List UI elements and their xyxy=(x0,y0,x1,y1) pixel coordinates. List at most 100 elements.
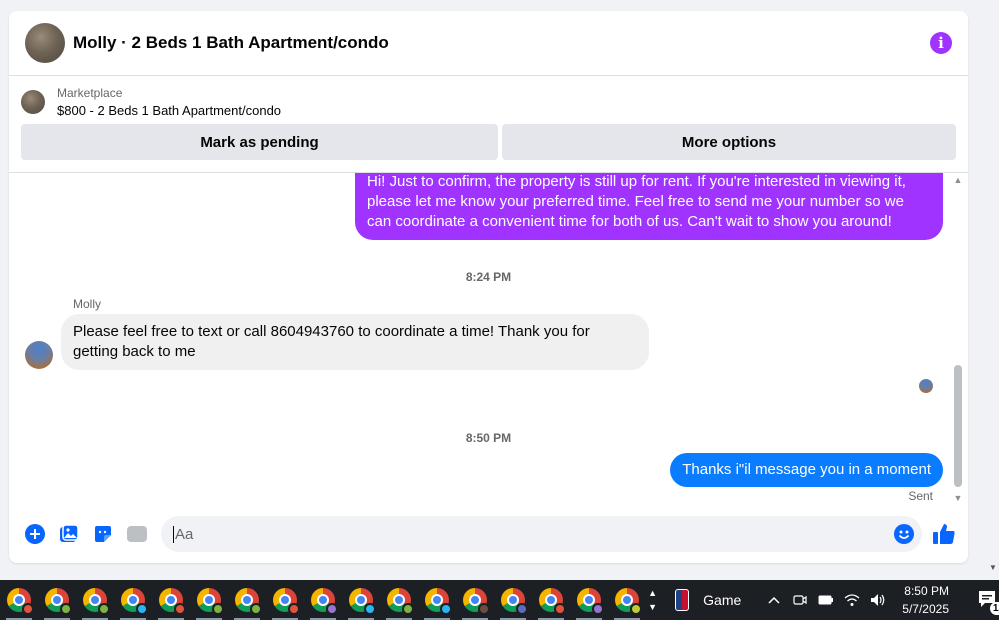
profile-badge-icon xyxy=(250,603,262,615)
taskbar-chrome-app[interactable] xyxy=(494,580,532,620)
profile-badge-icon xyxy=(516,603,528,615)
message-status: Sent xyxy=(908,489,933,503)
volume-icon[interactable] xyxy=(870,592,886,608)
taskbar-overflow-chevron-icon[interactable]: ▲ ▼ xyxy=(646,580,659,620)
photo-icon[interactable] xyxy=(59,524,79,544)
taskbar-chrome-app[interactable] xyxy=(570,580,608,620)
profile-badge-icon xyxy=(364,603,376,615)
profile-badge-icon xyxy=(326,603,338,615)
chrome-icon xyxy=(577,588,604,615)
taskbar-chrome-app[interactable] xyxy=(0,580,38,620)
message-composer: Aa xyxy=(9,505,968,563)
chrome-icon xyxy=(235,588,262,615)
outgoing-message[interactable]: Hi! Just to confirm, the property is sti… xyxy=(355,173,943,240)
incoming-message[interactable]: Please feel free to text or call 8604943… xyxy=(61,314,649,370)
listing-name: $800 - 2 Beds 1 Bath Apartment/condo xyxy=(57,103,282,118)
scroll-thumb[interactable] xyxy=(954,365,962,487)
profile-badge-icon xyxy=(212,603,224,615)
chrome-icon xyxy=(615,588,642,615)
taskbar-chrome-app[interactable] xyxy=(456,580,494,620)
taskbar-chrome-app[interactable] xyxy=(38,580,76,620)
game-widget[interactable]: Game xyxy=(675,589,742,611)
show-hidden-icons-chevron-icon[interactable] xyxy=(766,592,782,608)
sender-name: Molly xyxy=(73,297,102,311)
gif-icon[interactable] xyxy=(127,524,147,544)
sender-avatar[interactable] xyxy=(25,341,53,369)
chrome-icon xyxy=(349,588,376,615)
profile-badge-icon xyxy=(98,603,110,615)
message-input[interactable]: Aa xyxy=(161,516,922,552)
taskbar-chrome-app[interactable] xyxy=(76,580,114,620)
taskbar: ▲▼ Game 8:50 PM 5/7/2025 12 xyxy=(0,580,999,620)
taskbar-chrome-app[interactable] xyxy=(532,580,570,620)
taskbar-chrome-app[interactable] xyxy=(418,580,456,620)
thumbs-up-icon[interactable] xyxy=(932,522,956,546)
taskbar-chrome-app[interactable] xyxy=(304,580,342,620)
timestamp: 8:50 PM xyxy=(465,431,512,445)
message-input-placeholder: Aa xyxy=(173,525,194,543)
profile-badge-icon xyxy=(592,603,604,615)
notification-count-badge: 12 xyxy=(989,602,999,615)
outgoing-message[interactable]: Thanks i"il message you in a moment xyxy=(670,453,943,487)
profile-badge-icon xyxy=(554,603,566,615)
system-clock[interactable]: 8:50 PM 5/7/2025 xyxy=(902,582,949,618)
chrome-icon xyxy=(83,588,110,615)
profile-badge-icon xyxy=(478,603,490,615)
taskbar-chrome-app[interactable] xyxy=(152,580,190,620)
profile-badge-icon xyxy=(288,603,300,615)
chrome-icon xyxy=(387,588,414,615)
notifications-button[interactable]: 12 xyxy=(977,589,999,615)
thread-scrollbar[interactable]: ▲ ▼ xyxy=(952,173,964,505)
sticker-icon[interactable] xyxy=(93,524,113,544)
chrome-icon xyxy=(273,588,300,615)
taskbar-chrome-app[interactable] xyxy=(380,580,418,620)
listing-thumbnail xyxy=(21,90,45,114)
system-tray: 8:50 PM 5/7/2025 12 xyxy=(766,582,999,618)
chrome-icon xyxy=(45,588,72,615)
wifi-icon[interactable] xyxy=(844,592,860,608)
chat-header: Molly · 2 Beds 1 Bath Apartment/condo i xyxy=(9,11,968,76)
chat-title[interactable]: Molly · 2 Beds 1 Bath Apartment/condo xyxy=(73,33,930,53)
taskbar-chrome-app[interactable] xyxy=(228,580,266,620)
taskbar-chrome-app[interactable] xyxy=(190,580,228,620)
window-scroll-down-icon[interactable]: ▼ xyxy=(987,563,999,578)
chrome-icon xyxy=(501,588,528,615)
taskbar-chrome-app[interactable] xyxy=(608,580,646,620)
meet-camera-icon[interactable] xyxy=(792,592,808,608)
battery-icon[interactable] xyxy=(818,592,834,608)
taskbar-chrome-app[interactable] xyxy=(342,580,380,620)
mark-as-pending-button[interactable]: Mark as pending xyxy=(21,124,498,160)
clock-date: 5/7/2025 xyxy=(902,602,949,616)
chrome-icon xyxy=(197,588,224,615)
info-icon[interactable]: i xyxy=(930,32,952,54)
contact-avatar[interactable] xyxy=(25,23,65,63)
chrome-icon xyxy=(121,588,148,615)
add-plus-icon[interactable] xyxy=(25,524,45,544)
profile-badge-icon xyxy=(22,603,34,615)
more-options-button[interactable]: More options xyxy=(502,124,956,160)
chrome-icon xyxy=(539,588,566,615)
nba-logo-icon xyxy=(675,589,690,611)
listing-summary[interactable]: Marketplace $800 - 2 Beds 1 Bath Apartme… xyxy=(21,86,956,118)
profile-badge-icon xyxy=(402,603,414,615)
profile-badge-icon xyxy=(60,603,72,615)
timestamp: 8:24 PM xyxy=(465,270,512,284)
chat-window: Molly · 2 Beds 1 Bath Apartment/condo i … xyxy=(9,11,968,563)
taskbar-chrome-app[interactable] xyxy=(266,580,304,620)
widget-label: Game xyxy=(703,592,742,608)
listing-kicker: Marketplace xyxy=(57,86,123,100)
profile-badge-icon xyxy=(630,603,642,615)
emoji-icon[interactable] xyxy=(894,524,914,544)
listing-panel: Marketplace $800 - 2 Beds 1 Bath Apartme… xyxy=(9,76,968,173)
chrome-icon xyxy=(7,588,34,615)
profile-badge-icon xyxy=(174,603,186,615)
scroll-down-arrow-icon[interactable]: ▼ xyxy=(953,493,963,503)
chrome-icon xyxy=(463,588,490,615)
clock-time: 8:50 PM xyxy=(904,584,949,598)
message-thread[interactable]: Hi! Just to confirm, the property is sti… xyxy=(9,173,968,505)
scroll-up-arrow-icon[interactable]: ▲ xyxy=(953,175,963,185)
profile-badge-icon xyxy=(440,603,452,615)
taskbar-chrome-app[interactable] xyxy=(114,580,152,620)
seen-indicator-avatar xyxy=(919,379,933,393)
taskbar-apps xyxy=(0,580,646,620)
